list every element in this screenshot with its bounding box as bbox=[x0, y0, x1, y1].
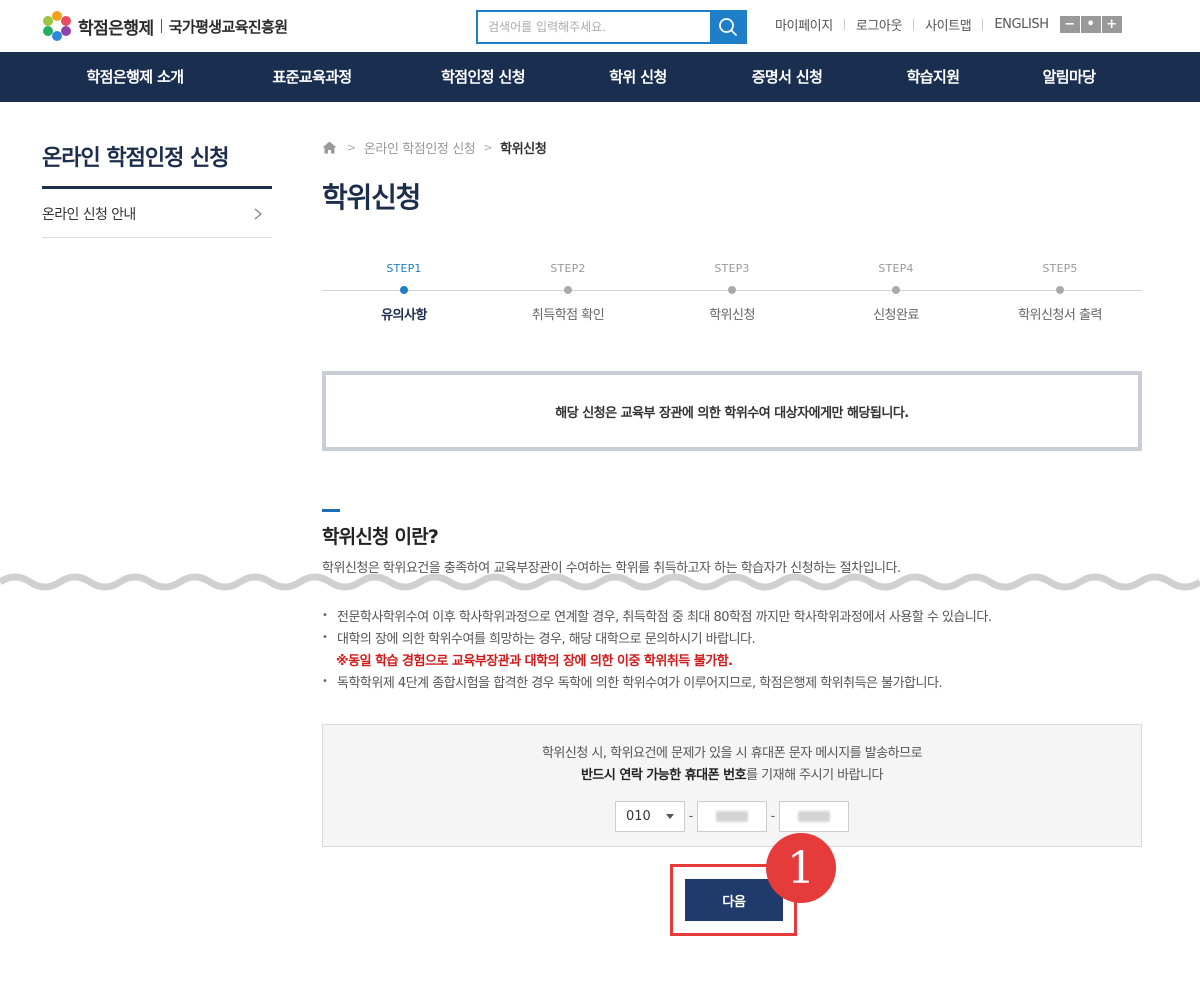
phone-dash: - bbox=[770, 809, 776, 824]
nav-item-notice[interactable]: 알림마당 bbox=[1043, 52, 1096, 102]
step-label: 유의사항 bbox=[381, 308, 427, 323]
logo-flower-icon bbox=[42, 11, 72, 41]
phone-middle-input[interactable] bbox=[697, 801, 767, 832]
phone-input-box: 학위신청 시, 학위요건에 문제가 있을 시 휴대폰 문자 메시지를 발송하므로… bbox=[322, 724, 1142, 847]
list-item: • 대학의 장에 의한 학위수여를 희망하는 경우, 해당 대학으로 문의하시기… bbox=[322, 626, 1142, 648]
search-box bbox=[476, 10, 747, 44]
nav-item-certificate[interactable]: 증명서 신청 bbox=[752, 52, 823, 102]
site-logo[interactable]: 학점은행제 국가평생교육진흥원 bbox=[42, 11, 288, 41]
home-icon[interactable] bbox=[322, 141, 337, 154]
breadcrumb: > 온라인 학점인정 신청 > 학위신청 bbox=[322, 138, 547, 157]
nav-item-curriculum[interactable]: 표준교육과정 bbox=[272, 52, 352, 102]
nav-item-intro[interactable]: 학점은행제 소개 bbox=[86, 52, 184, 102]
logo-org-name: 국가평생교육진흥원 bbox=[168, 17, 288, 36]
search-button[interactable] bbox=[710, 12, 745, 42]
section-title-marker bbox=[322, 509, 340, 512]
step-4: STEP4 신청완료 bbox=[814, 262, 978, 323]
bullet-dot: • bbox=[322, 675, 328, 687]
step-label: 학위신청서 출력 bbox=[1018, 308, 1102, 323]
main-nav: 학점은행제 소개 표준교육과정 학점인정 신청 학위 신청 증명서 신청 학습지… bbox=[0, 52, 1200, 102]
caret-down-icon bbox=[666, 814, 674, 819]
util-divider bbox=[843, 18, 845, 30]
nav-item-degree-application[interactable]: 학위 신청 bbox=[609, 52, 667, 102]
zoom-in-button[interactable]: + bbox=[1101, 15, 1122, 33]
step-dot bbox=[400, 286, 408, 294]
step-3: STEP3 학위신청 bbox=[650, 262, 814, 323]
sitemap-link[interactable]: 사이트맵 bbox=[925, 15, 972, 34]
list-item-text: 전문학사학위수여 이후 학사학위과정으로 연계할 경우, 취득학점 중 최대 8… bbox=[337, 609, 992, 625]
step-number: STEP5 bbox=[1042, 262, 1078, 275]
sidebar-item-label: 온라인 신청 안내 bbox=[42, 206, 136, 223]
list-item: • 전문학사학위수여 이후 학사학위과정으로 연계할 경우, 취득학점 중 최대… bbox=[322, 604, 1142, 626]
phone-guide-emphasis: 반드시 연락 가능한 휴대폰 번호 bbox=[580, 768, 747, 783]
notice-box: 해당 신청은 교육부 장관에 의한 학위수여 대상자에게만 해당됩니다. bbox=[322, 371, 1142, 451]
step-label: 학위신청 bbox=[709, 308, 755, 323]
page-title: 학위신청 bbox=[322, 181, 421, 214]
chevron-right-icon bbox=[254, 207, 263, 220]
sidebar-title-underline bbox=[42, 186, 272, 189]
bullet-dot: • bbox=[322, 609, 328, 621]
breadcrumb-separator: > bbox=[347, 140, 356, 154]
util-divider bbox=[913, 18, 915, 30]
step-dot bbox=[728, 286, 736, 294]
step-2: STEP2 취득학점 확인 bbox=[486, 262, 650, 323]
step-dot bbox=[1056, 286, 1064, 294]
search-icon bbox=[718, 18, 737, 36]
list-item: • 독학학위제 4단계 종합시험을 합격한 경우 독학에 의한 학위수여가 이루… bbox=[322, 670, 1142, 692]
step-number: STEP3 bbox=[714, 262, 750, 275]
list-item-text: 독학학위제 4단계 종합시험을 합격한 경우 독학에 의한 학위수여가 이루어지… bbox=[337, 675, 943, 691]
step-number: STEP1 bbox=[386, 262, 422, 275]
step-dot bbox=[892, 286, 900, 294]
zoom-out-button[interactable]: − bbox=[1059, 15, 1080, 33]
nav-item-learning-support[interactable]: 학습지원 bbox=[907, 52, 960, 102]
redacted-value bbox=[716, 811, 748, 822]
english-link[interactable]: ENGLISH bbox=[994, 17, 1049, 32]
step-number: STEP2 bbox=[550, 262, 586, 275]
sidebar-title: 온라인 학점인정 신청 bbox=[42, 146, 229, 171]
redacted-value bbox=[798, 811, 830, 822]
top-bar: 학점은행제 국가평생교육진흥원 마이페이지 로그아웃 사이트맵 ENGLISH … bbox=[0, 0, 1200, 52]
phone-number-fields: 010 - - bbox=[615, 801, 849, 832]
phone-last-input[interactable] bbox=[779, 801, 849, 832]
phone-guide-line1: 학위신청 시, 학위요건에 문제가 있을 시 휴대폰 문자 메시지를 발송하므로 bbox=[541, 746, 923, 761]
zoom-reset-button[interactable]: • bbox=[1080, 15, 1101, 33]
section-bullet-list: • 전문학사학위수여 이후 학사학위과정으로 연계할 경우, 취득학점 중 최대… bbox=[322, 604, 1142, 692]
warning-item: ※동일 학습 경험으로 교육부장관과 대학의 장에 의한 이중 학위취득 불가함… bbox=[322, 648, 1142, 670]
phone-prefix-value: 010 bbox=[626, 809, 651, 824]
phone-dash: - bbox=[688, 809, 694, 824]
list-item-text: 대학의 장에 의한 학위수여를 희망하는 경우, 해당 대학으로 문의하시기 바… bbox=[337, 631, 756, 647]
sidebar-item-online-guide[interactable]: 온라인 신청 안내 bbox=[42, 190, 272, 238]
phone-guide-line2: 반드시 연락 가능한 휴대폰 번호를 기재해 주시기 바랍니다 bbox=[323, 764, 1141, 783]
step-dot bbox=[564, 286, 572, 294]
search-input[interactable] bbox=[478, 12, 710, 42]
section-title: 학위신청 이란? bbox=[322, 526, 439, 548]
step-label: 취득학점 확인 bbox=[531, 308, 605, 323]
torn-edge-divider bbox=[0, 573, 1200, 608]
breadcrumb-separator: > bbox=[483, 140, 493, 154]
util-divider bbox=[982, 18, 984, 30]
nav-item-credit-application[interactable]: 학점인정 신청 bbox=[441, 52, 525, 102]
bullet-dot: • bbox=[322, 631, 328, 643]
breadcrumb-item[interactable]: 온라인 학점인정 신청 bbox=[364, 138, 476, 157]
step-callout-badge: 1 bbox=[766, 833, 836, 903]
step-5: STEP5 학위신청서 출력 bbox=[978, 262, 1142, 323]
zoom-controls: − • + bbox=[1059, 15, 1122, 33]
mypage-link[interactable]: 마이페이지 bbox=[775, 15, 833, 34]
step-1: STEP1 유의사항 bbox=[322, 262, 486, 323]
logo-divider bbox=[160, 19, 162, 33]
step-number: STEP4 bbox=[878, 262, 914, 275]
step-label: 신청완료 bbox=[873, 308, 919, 323]
warning-text: ※동일 학습 경험으로 교육부장관과 대학의 장에 의한 이중 학위취득 불가함… bbox=[336, 653, 733, 669]
phone-guide-rest: 를 기재해 주시기 바랍니다 bbox=[746, 768, 884, 783]
notice-text: 해당 신청은 교육부 장관에 의한 학위수여 대상자에게만 해당됩니다. bbox=[555, 405, 909, 421]
phone-prefix-select[interactable]: 010 bbox=[615, 801, 685, 832]
breadcrumb-current: 학위신청 bbox=[500, 141, 547, 157]
logo-title: 학점은행제 bbox=[78, 18, 154, 39]
logout-link[interactable]: 로그아웃 bbox=[856, 15, 903, 34]
next-button[interactable]: 다음 bbox=[685, 879, 783, 921]
utility-links: 마이페이지 로그아웃 사이트맵 ENGLISH − • + bbox=[775, 15, 1122, 34]
